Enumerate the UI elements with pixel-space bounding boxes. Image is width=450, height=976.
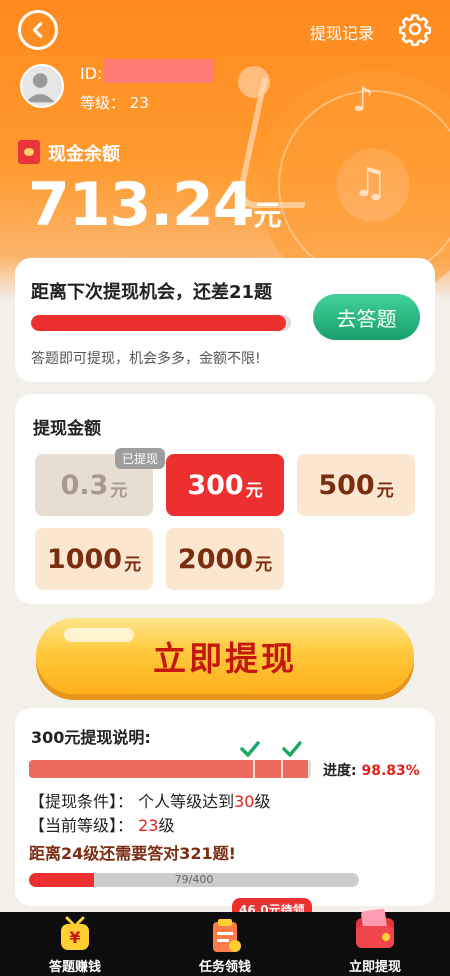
amount-unit: 元 [110,480,128,501]
wallet-icon [356,908,394,948]
next-chance-card: 距离下次提现机会，还差21题 去答题 答题即可提现，机会多多，金额不限! [15,258,435,382]
withdraw-description-card: 300元提现说明: 进度: 98.83% 【提现条件】： 个人等级达到30级 【… [15,708,435,906]
remaining-questions-text: 距离24级还需要答对321题! [29,844,236,863]
bottom-tab-bar: ¥ 答题赚钱 任务领钱 立即提现 [0,908,450,976]
progress-percent: 98.83% [361,763,420,779]
level-unit: 级 [158,816,175,835]
amount-unit: 元 [245,480,263,501]
balance-unit: 元 [253,199,282,232]
music-note-icon: ♫ [352,160,388,206]
button-shine-decoration [64,628,134,642]
amount-card: 提现金额 已提现 0.3 元 300 元 500 元 1000 元 2000 元 [15,394,435,604]
balance-amount: 713.24 [28,170,255,240]
withdraw-progress-bar [29,760,311,778]
next-chance-progress-fill [31,315,286,331]
level-value: 23 [129,94,149,112]
withdraw-progress-fill [29,760,308,778]
tab-label: 任务领钱 [198,960,251,975]
condition-text: 个人等级达到 [138,792,235,811]
withdraw-progress-text: 进度: 98.83% [323,760,420,780]
cash-balance-label: 现金余额 [48,144,120,165]
avatar[interactable] [20,64,64,108]
checkmark-icon [282,741,302,757]
back-button[interactable] [18,10,58,50]
amount-title: 提现金额 [33,419,101,439]
amount-value: 2000 [177,543,254,575]
condition-requirement: 【提现条件】： 个人等级达到30级 [29,788,271,812]
amount-unit: 元 [376,480,394,501]
checkmark-icon [240,741,260,757]
amount-unit: 元 [255,554,273,575]
used-badge: 已提现 [115,448,166,469]
tab-answer-earn[interactable]: ¥ 答题赚钱 [0,912,150,976]
description-title: 300元提现说明: [31,728,151,747]
current-level-line: 【当前等级】： 23级 [29,812,174,836]
amount-option-1000[interactable]: 1000 元 [35,528,153,590]
required-level: 30 [234,792,255,811]
tab-label: 立即提现 [348,960,401,975]
level-unit: 级 [254,792,271,811]
withdraw-now-label: 立即提现 [153,639,297,678]
chevron-left-icon [32,22,43,38]
condition-label: 【提现条件】： [29,792,134,811]
next-chance-note: 答题即可提现，机会多多，金额不限! [31,351,261,367]
red-envelope-icon [18,140,40,164]
question-progress-text: 79/400 [174,873,214,886]
money-bag-icon: ¥ [61,916,89,950]
user-level: 等级： 23 [80,92,149,113]
progress-divider [281,760,283,778]
amount-value: 1000 [46,543,123,575]
tab-label: 答题赚钱 [48,960,101,975]
withdraw-record-link[interactable]: 提现记录 [310,20,374,44]
go-answer-button[interactable]: 去答题 [313,294,420,340]
current-level-value: 23 [138,816,159,835]
tab-task-earn[interactable]: 任务领钱 [150,912,300,976]
amount-option-300[interactable]: 300 元 [166,454,284,516]
next-chance-progress-bar [31,315,291,331]
amount-option-2000[interactable]: 2000 元 [166,528,284,590]
amount-value: 0.3 [60,469,109,501]
progress-divider [253,760,255,778]
current-level-label: 【当前等级】： [29,816,134,835]
user-id-redacted [104,59,214,83]
svg-text:¥: ¥ [69,928,80,947]
task-clipboard-icon [213,919,241,952]
progress-label: 进度: [323,763,357,779]
tab-withdraw-now[interactable]: 立即提现 [300,908,450,976]
withdraw-now-button[interactable]: 立即提现 [36,618,414,694]
amount-unit: 元 [124,554,142,575]
gear-icon[interactable] [398,12,432,46]
level-label: 等级： [80,94,126,112]
amount-option-500[interactable]: 500 元 [297,454,415,516]
user-id-label: ID: [80,64,103,83]
amount-value: 300 [187,469,244,501]
amount-value: 500 [318,469,375,501]
next-chance-title: 距离下次提现机会，还差21题 [31,282,273,303]
cash-balance: 713.24元 [28,170,282,240]
question-progress-bar: 79/400 [29,873,359,887]
music-note-icon: ♪ [352,80,374,120]
user-silhouette-icon [25,73,55,103]
